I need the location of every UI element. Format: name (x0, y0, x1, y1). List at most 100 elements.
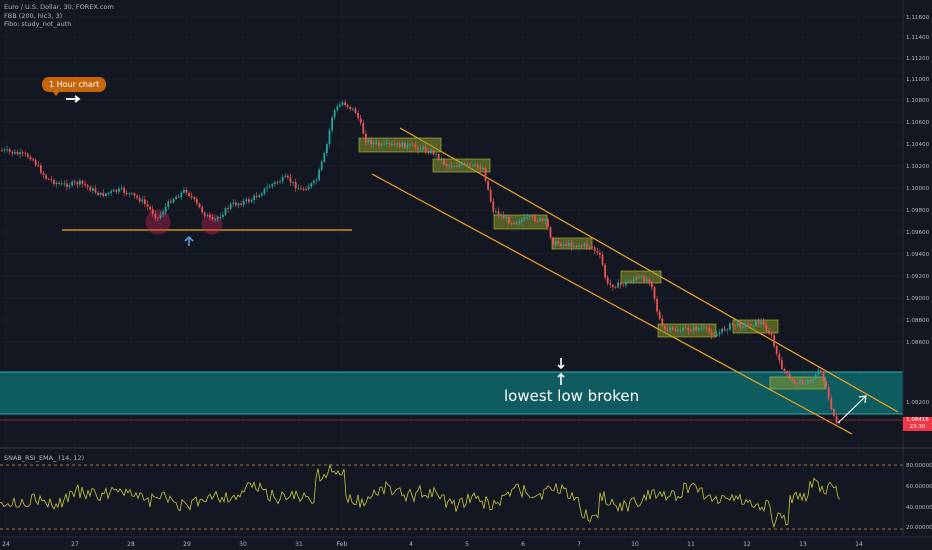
candle-body (474, 164, 476, 166)
candle-body (66, 183, 68, 187)
candle-body (391, 144, 393, 145)
price-tick-label: 1.09800 (906, 208, 930, 214)
candle-body (612, 284, 614, 288)
candle-body (406, 144, 409, 149)
countdown-tag: 23:30 (903, 424, 932, 431)
price-axis[interactable]: 1.11600 1.11400 1.11200 1.11000 1.10800 1.106… (906, 15, 930, 406)
consolidation-boxes (358, 137, 826, 390)
candle-body (307, 186, 310, 190)
timeframe-callout[interactable]: 1 Hour chart (42, 77, 107, 96)
candle-body (276, 182, 279, 183)
candle-body (359, 118, 362, 124)
time-axis[interactable]: 24 27 28 29 30 31 Feb 4 5 6 7 10 11 12 13 14 (2, 541, 863, 548)
candle-body (638, 276, 640, 278)
candle-body (744, 323, 747, 328)
candle-body (432, 150, 435, 155)
demand-zone[interactable] (0, 372, 903, 414)
candle-body (469, 164, 471, 166)
candle-body (29, 157, 32, 160)
candle-body (578, 245, 580, 247)
candle-body (791, 378, 794, 381)
candle-body (658, 311, 661, 319)
candle-body (593, 247, 596, 251)
candle-body (664, 326, 666, 330)
candle-body (318, 169, 320, 181)
candle-body (310, 183, 313, 187)
rsi-axis[interactable]: 80.00000 60.00000 40.00000 20.00000 (906, 463, 932, 531)
candle-body (349, 106, 352, 109)
price-tick-label: 1.10800 (906, 98, 930, 104)
candle-body (198, 203, 201, 208)
candle-body (430, 150, 432, 154)
candle-body (755, 321, 757, 326)
time-tick-label: 10 (631, 541, 639, 548)
lowest-low-label[interactable]: lowest low broken (504, 387, 639, 405)
candle-body (24, 153, 27, 155)
candle-body (357, 112, 359, 119)
candle-body (497, 211, 500, 215)
candle-body (255, 195, 258, 197)
candle-body (398, 143, 401, 147)
candle-body (820, 370, 822, 373)
candle-body (8, 149, 11, 152)
candle-body (554, 241, 557, 246)
candle-body (619, 282, 622, 285)
time-tick-label: 12 (743, 541, 751, 548)
candle-body (300, 188, 302, 190)
candle-body (669, 327, 671, 331)
candle-body (6, 149, 8, 151)
candle-body (79, 180, 81, 185)
candle-body (801, 380, 804, 385)
candle-body (266, 187, 268, 189)
candle-body (55, 182, 58, 185)
candle-body (292, 182, 294, 183)
candle-body (344, 102, 346, 106)
candle-body (710, 331, 713, 336)
candle-body (476, 164, 479, 168)
candle-body (471, 164, 474, 166)
time-tick-label: 6 (521, 541, 525, 548)
candle-body (281, 176, 284, 182)
candle-body (219, 216, 222, 218)
candle-body (1, 150, 3, 151)
rsi-indicator-legend[interactable]: SNAB_RSI_EMA_ (14, 12) (4, 454, 84, 462)
candle-body (157, 217, 159, 219)
candle-body (700, 327, 703, 329)
candle-body (752, 325, 755, 327)
candle-body (599, 252, 601, 255)
candle-body (346, 105, 349, 107)
candle-body (227, 208, 229, 209)
candle-body (565, 244, 567, 246)
candle-body (201, 207, 203, 213)
time-tick-label: 30 (239, 541, 247, 548)
candle-body (560, 243, 562, 246)
candle-body (14, 151, 16, 154)
candle-body (68, 185, 71, 187)
candle-body (739, 322, 742, 328)
candle-body (536, 221, 539, 222)
candle-body (757, 321, 760, 324)
candle-body (190, 195, 193, 198)
candle-body (105, 193, 107, 197)
price-chart[interactable]: 1.11600 1.11400 1.11200 1.11000 1.10800 1.106… (0, 0, 932, 550)
fbb-indicator-legend[interactable]: FBB (200, hlc3, 3) (4, 12, 62, 20)
fibo-indicator-legend[interactable]: Fibo: study_not_auth (4, 20, 71, 28)
candle-body (825, 381, 827, 388)
candle-body (331, 117, 333, 131)
candle-body (812, 378, 814, 381)
candle-body (721, 328, 723, 333)
candle-body (588, 246, 591, 248)
candle-body (76, 182, 79, 185)
candle-body (118, 188, 120, 192)
candle-body (671, 327, 674, 329)
candle-body (177, 196, 180, 198)
candle-body (778, 353, 781, 361)
candle-body (492, 201, 495, 212)
time-tick-label: 27 (71, 541, 79, 548)
candle-body (648, 279, 651, 283)
candle-body (84, 183, 86, 186)
symbol-legend[interactable]: Euro / U.S. Dollar, 30, FOREX.com (4, 3, 114, 11)
candle-body (651, 282, 653, 288)
candle-body (682, 327, 684, 331)
candle-body (445, 164, 448, 167)
